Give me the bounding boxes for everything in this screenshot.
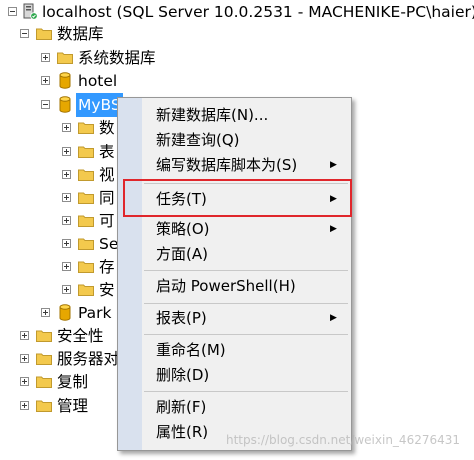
submenu-arrow-icon: ▶ xyxy=(330,160,337,170)
expand-toggle[interactable] xyxy=(20,354,29,363)
folder-icon xyxy=(78,122,94,134)
submenu-arrow-icon: ▶ xyxy=(330,313,337,323)
node-label: 表 xyxy=(99,143,115,161)
collapse-toggle[interactable] xyxy=(8,7,17,16)
server-objects-label: 服务器对 xyxy=(57,350,120,368)
expand-toggle[interactable] xyxy=(20,401,29,410)
system-databases-label: 系统数据库 xyxy=(78,49,156,67)
node-label: 可 xyxy=(99,212,115,230)
highlight-annotation-box xyxy=(123,179,352,217)
expand-toggle[interactable] xyxy=(62,147,71,156)
menu-item-script-database-as[interactable]: 编写数据库脚本为(S) xyxy=(156,155,297,175)
menu-item-rename[interactable]: 重命名(M) xyxy=(156,340,226,360)
folder-icon xyxy=(36,376,52,388)
server-icon xyxy=(23,3,38,20)
mybs-label: MyBS xyxy=(76,93,123,117)
database-icon xyxy=(59,72,71,89)
expand-toggle[interactable] xyxy=(62,170,71,179)
folder-icon xyxy=(36,400,52,412)
node-label: Se xyxy=(99,235,119,253)
tree-node-databases[interactable]: 数据库 xyxy=(0,22,474,46)
menu-item-facets[interactable]: 方面(A) xyxy=(156,244,208,264)
folder-icon xyxy=(78,215,94,227)
menu-separator xyxy=(144,270,348,271)
folder-icon xyxy=(78,284,94,296)
menu-separator xyxy=(144,334,348,335)
menu-item-policies[interactable]: 策略(O) xyxy=(156,219,210,239)
submenu-arrow-icon: ▶ xyxy=(330,224,337,234)
menu-item-reports[interactable]: 报表(P) xyxy=(156,308,207,328)
database-icon xyxy=(59,96,71,113)
menu-item-new-query[interactable]: 新建查询(Q) xyxy=(156,130,240,150)
expand-toggle[interactable] xyxy=(62,216,71,225)
context-menu: 新建数据库(N)... 新建查询(Q) 编写数据库脚本为(S) ▶ 任务(T) … xyxy=(117,97,352,451)
management-label: 管理 xyxy=(57,397,89,415)
security-label: 安全性 xyxy=(57,327,104,345)
menu-separator xyxy=(144,303,348,304)
folder-icon xyxy=(57,52,73,64)
folder-icon xyxy=(78,238,94,250)
expand-toggle[interactable] xyxy=(41,76,50,85)
node-label: 同 xyxy=(99,189,115,207)
expand-toggle[interactable] xyxy=(41,308,50,317)
expand-toggle[interactable] xyxy=(20,377,29,386)
collapse-toggle[interactable] xyxy=(20,29,29,38)
databases-label: 数据库 xyxy=(57,25,104,43)
folder-icon xyxy=(36,28,52,40)
folder-icon xyxy=(36,330,52,342)
expand-toggle[interactable] xyxy=(41,53,50,62)
node-label: 视 xyxy=(99,166,115,184)
menu-separator xyxy=(144,391,348,392)
node-label: 数 xyxy=(99,119,115,137)
menu-item-delete[interactable]: 删除(D) xyxy=(156,365,209,385)
folder-icon xyxy=(78,261,94,273)
menu-item-properties[interactable]: 属性(R) xyxy=(156,422,208,442)
node-label: 存 xyxy=(99,258,115,276)
tree-node-server[interactable]: localhost (SQL Server 10.0.2531 - MACHEN… xyxy=(0,0,474,24)
tree-node-system-databases[interactable]: 系统数据库 xyxy=(0,46,474,70)
expand-toggle[interactable] xyxy=(62,123,71,132)
database-icon xyxy=(59,304,71,321)
menu-item-start-powershell[interactable]: 启动 PowerShell(H) xyxy=(156,276,296,296)
expand-toggle[interactable] xyxy=(62,285,71,294)
folder-icon xyxy=(78,146,94,158)
expand-toggle[interactable] xyxy=(62,239,71,248)
expand-toggle[interactable] xyxy=(62,193,71,202)
menu-gutter xyxy=(118,98,142,450)
replication-label: 复制 xyxy=(57,373,89,391)
expand-toggle[interactable] xyxy=(62,262,71,271)
park-label: Park xyxy=(78,304,112,322)
server-label: localhost (SQL Server 10.0.2531 - MACHEN… xyxy=(42,3,474,21)
menu-item-refresh[interactable]: 刷新(F) xyxy=(156,397,206,417)
watermark: https://blog.csdn.net/weixin_46276431 xyxy=(226,433,461,447)
folder-icon xyxy=(78,169,94,181)
tree-node-hotel[interactable]: hotel xyxy=(0,69,474,93)
collapse-toggle[interactable] xyxy=(41,100,50,109)
folder-icon xyxy=(36,353,52,365)
hotel-label: hotel xyxy=(78,72,118,90)
menu-item-new-database[interactable]: 新建数据库(N)... xyxy=(156,105,268,125)
expand-toggle[interactable] xyxy=(20,331,29,340)
node-label: 安 xyxy=(99,281,115,299)
folder-icon xyxy=(78,192,94,204)
